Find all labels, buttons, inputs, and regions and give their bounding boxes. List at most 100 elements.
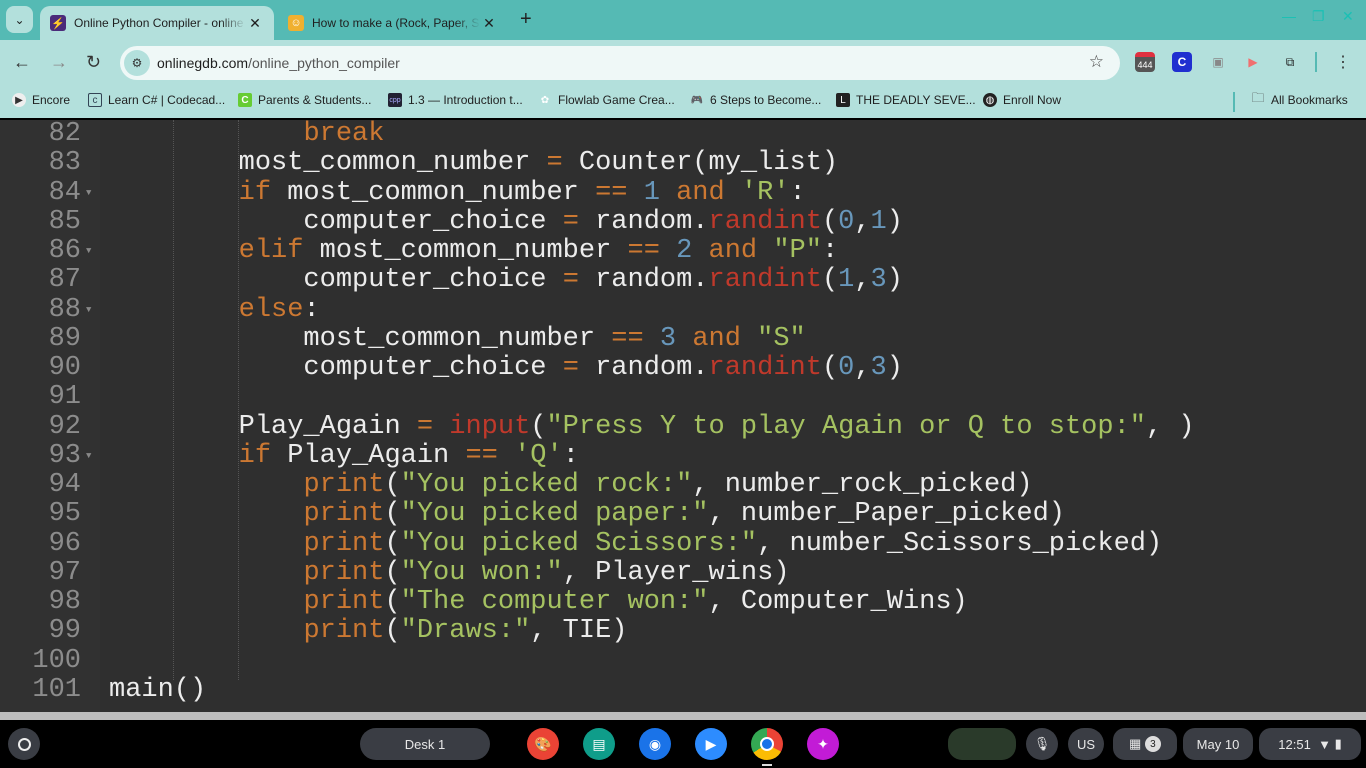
restore-button[interactable]: ❐: [1312, 8, 1325, 25]
number-token: 0: [838, 353, 855, 384]
text-token: Counter(my_list): [562, 148, 839, 179]
code-line[interactable]: 97 print("You won:", Player_wins): [0, 558, 1366, 588]
code-line[interactable]: 91: [0, 383, 1366, 413]
building-icon: ▦: [1129, 736, 1142, 751]
code-line[interactable]: 87 computer_choice = random.randint(1,3): [0, 265, 1366, 296]
code-line[interactable]: 94 print("You picked rock:", number_rock…: [0, 470, 1366, 501]
tab-rock-paper-scissors[interactable]: ☺ How to make a (Rock, Paper, Scissors) …: [278, 6, 508, 40]
code-line[interactable]: 86 ▼ elif most_common_number == 2 and "P"…: [0, 236, 1366, 267]
bookmarks-divider: [1233, 92, 1235, 112]
minimize-button[interactable]: —: [1282, 8, 1296, 24]
keyword-token: print: [303, 528, 385, 559]
code-text: print("You picked Scissors:", number_Sci…: [109, 528, 1162, 559]
code-line[interactable]: 101 main(): [0, 674, 1366, 705]
extension-record-icon[interactable]: ▶: [1243, 52, 1263, 72]
canvas-app-icon[interactable]: 🎨: [527, 728, 559, 760]
text-token: random.: [578, 265, 709, 296]
code-line[interactable]: 82 break: [0, 120, 1366, 149]
code-line[interactable]: 89 most_common_number == 3 and "S": [0, 324, 1366, 354]
code-text: Play_Again = input("Press Y to play Agai…: [109, 411, 1195, 442]
whiteboard-app-icon[interactable]: ✦: [807, 728, 839, 760]
code-line[interactable]: 92 Play_Again = input("Press Y to play A…: [0, 411, 1366, 442]
bookmark-codecademy[interactable]: c Learn C# | Codecad...: [88, 93, 225, 107]
text-token: (: [384, 587, 401, 618]
code-line[interactable]: 88 ▼ else:: [0, 295, 1366, 325]
bookmark-learncpp[interactable]: cpp 1.3 — Introduction t...: [388, 93, 523, 107]
extension-cast-icon[interactable]: ▣: [1208, 52, 1228, 72]
text-token: :: [562, 440, 579, 471]
bookmark-flowlab[interactable]: ✿ Flowlab Game Crea...: [538, 93, 675, 107]
date-button[interactable]: May 10: [1183, 728, 1253, 760]
code-line[interactable]: 93 ▼ if Play_Again == 'Q':: [0, 440, 1366, 471]
zoom-app-icon[interactable]: ▶: [695, 728, 727, 760]
all-bookmarks-button[interactable]: 🗀 All Bookmarks: [1251, 90, 1347, 107]
text-token: ): [886, 206, 903, 237]
text-token: ,: [854, 353, 871, 384]
horizontal-scrollbar[interactable]: [0, 712, 1366, 720]
line-number: 101: [32, 674, 81, 705]
line-number: 100: [32, 645, 81, 676]
fold-arrow-icon[interactable]: ▼: [86, 296, 91, 325]
close-window-button[interactable]: ✕: [1342, 8, 1354, 25]
text-token: (: [821, 265, 839, 296]
camera-app-icon[interactable]: ◉: [639, 728, 671, 760]
fold-arrow-icon[interactable]: ▼: [86, 442, 91, 471]
holding-space-thumbnail[interactable]: [948, 728, 1016, 760]
extension-c-icon[interactable]: C: [1172, 52, 1192, 72]
code-line[interactable]: 90 computer_choice = random.randint(0,3): [0, 353, 1366, 384]
extensions-puzzle-icon[interactable]: ⧉: [1280, 52, 1300, 72]
code-line[interactable]: 98 print("The computer won:", Computer_W…: [0, 587, 1366, 618]
string-token: "You picked paper:": [400, 499, 709, 530]
tab-title: How to make a (Rock, Paper, Scissors): [312, 16, 480, 30]
code-line[interactable]: 96 print("You picked Scissors:", number_…: [0, 528, 1366, 559]
classroom-app-icon[interactable]: ▤: [583, 728, 615, 760]
text-token: (: [821, 353, 839, 384]
tab-online-python-compiler[interactable]: ⚡ Online Python Compiler - online editor…: [40, 6, 274, 40]
code-line[interactable]: 100: [0, 645, 1366, 676]
bookmark-deadly-seven[interactable]: L THE DEADLY SEVE...: [836, 93, 976, 107]
extension-badge-icon[interactable]: 444: [1135, 52, 1155, 72]
code-line[interactable]: 95 print("You picked paper:", number_Pap…: [0, 499, 1366, 530]
keyword-token: ==: [595, 177, 628, 208]
tab-search-button[interactable]: ⌄: [6, 6, 33, 33]
chrome-app-icon[interactable]: [751, 728, 783, 760]
forward-button[interactable]: →: [50, 52, 68, 73]
code-line[interactable]: 83 most_common_number = Counter(my_list): [0, 148, 1366, 179]
menu-kebab-icon[interactable]: ⋮: [1333, 52, 1353, 72]
code-line[interactable]: 85 computer_choice = random.randint(0,1): [0, 206, 1366, 237]
site-settings-icon[interactable]: ⚙: [124, 50, 150, 76]
notifications-button[interactable]: ▦ 3: [1113, 728, 1177, 760]
microphone-icon[interactable]: 🎙: [1026, 728, 1058, 760]
address-bar[interactable]: ⚙ onlinegdb.com/online_python_compiler ☆: [120, 46, 1120, 80]
string-token: 'Q': [514, 440, 563, 471]
desk-button[interactable]: Desk 1: [360, 728, 490, 760]
new-tab-button[interactable]: +: [520, 8, 532, 31]
back-button[interactable]: ←: [13, 52, 31, 73]
bookmark-label: Enroll Now: [1003, 93, 1062, 107]
text-token: , ): [1145, 411, 1195, 442]
bookmark-parents-students[interactable]: C Parents & Students...: [238, 93, 371, 107]
code-line[interactable]: 99 print("Draws:", TIE): [0, 617, 1366, 647]
bookmark-star-icon[interactable]: ☆: [1089, 52, 1104, 72]
bookmark-encore[interactable]: ▶ Encore: [12, 93, 70, 107]
reload-button[interactable]: ↻: [86, 52, 101, 73]
code-line[interactable]: 84 ▼ if most_common_number == 1 and 'R':: [0, 177, 1366, 208]
text-token: (: [384, 470, 401, 501]
line-number: 93: [48, 440, 81, 471]
string-token: "You picked Scissors:": [400, 528, 758, 559]
bookmark-6-steps[interactable]: 🎮 6 Steps to Become...: [690, 93, 822, 107]
bookmark-enroll-now[interactable]: ◍ Enroll Now: [983, 93, 1061, 107]
input-method-button[interactable]: US: [1068, 728, 1104, 760]
bookmark-label: Flowlab Game Crea...: [558, 93, 675, 107]
fold-arrow-icon[interactable]: ▼: [86, 237, 91, 266]
keyword-token: and: [676, 177, 725, 208]
fold-arrow-icon[interactable]: ▼: [86, 179, 91, 208]
text-token: most_common_number: [109, 148, 547, 179]
code-editor[interactable]: 82 break 83 most_common_number = Counter(…: [0, 120, 1366, 712]
close-tab-icon[interactable]: ✕: [246, 15, 264, 32]
status-area[interactable]: 12:51 ▼ ▮: [1259, 728, 1361, 760]
line-number: 92: [48, 411, 81, 442]
launcher-button[interactable]: [8, 728, 40, 760]
number-token: 2: [676, 236, 693, 267]
close-tab-icon[interactable]: ✕: [480, 15, 498, 32]
